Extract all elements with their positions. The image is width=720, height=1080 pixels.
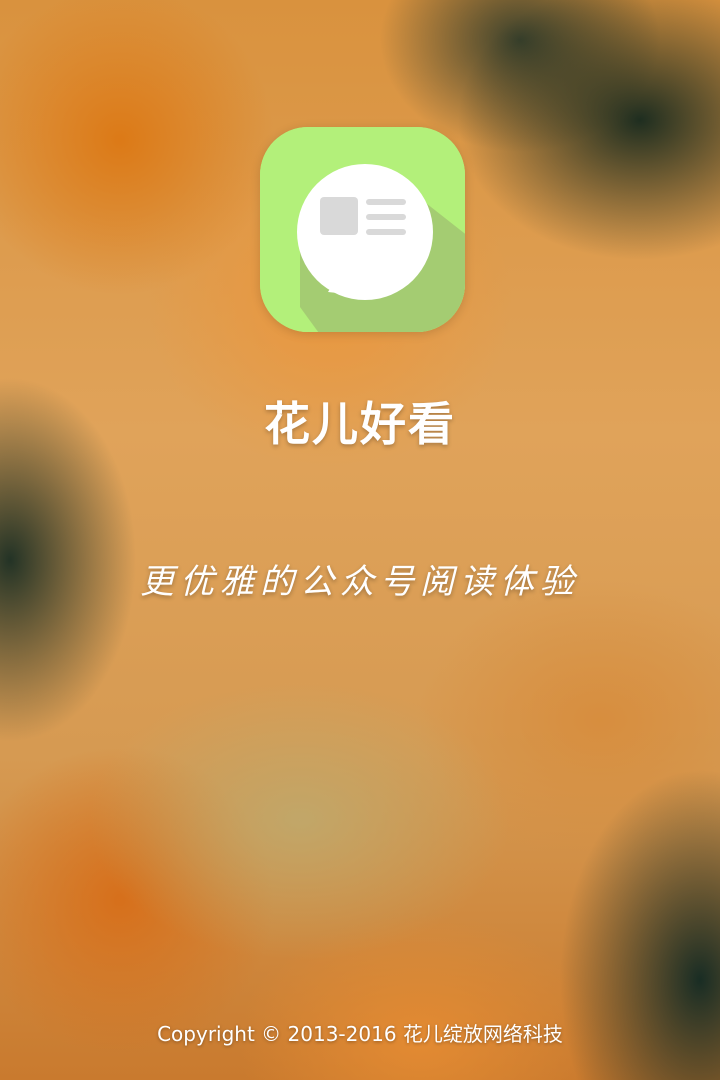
chat-bubble-article-icon: [260, 127, 465, 332]
copyright-text: Copyright © 2013-2016 花儿绽放网络科技: [157, 1022, 563, 1046]
app-slogan: 更优雅的公众号阅读体验: [140, 562, 580, 602]
app-logo-icon: [260, 127, 465, 332]
app-title: 花儿好看: [264, 397, 456, 451]
